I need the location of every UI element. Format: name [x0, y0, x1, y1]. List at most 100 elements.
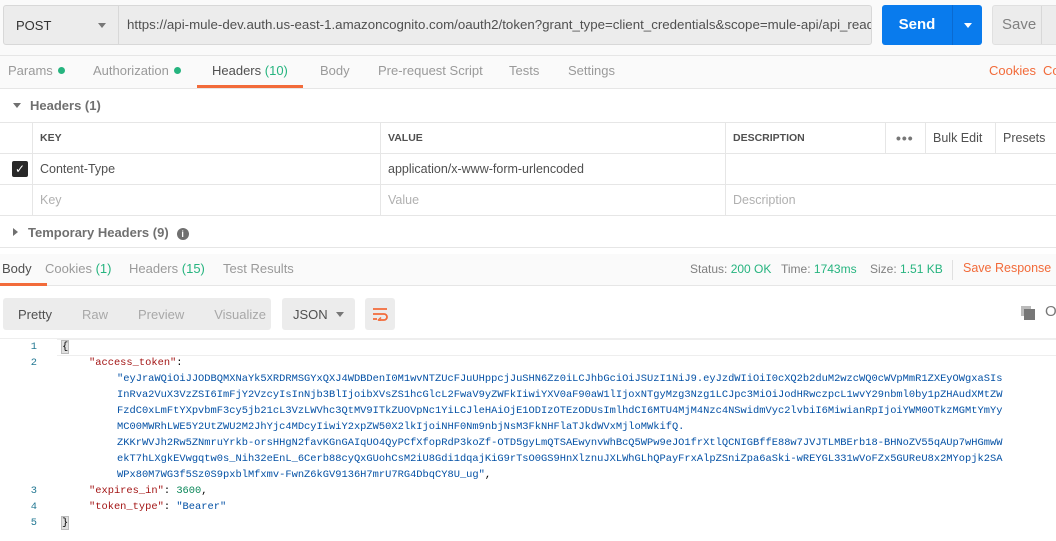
- send-dropdown[interactable]: [952, 5, 982, 45]
- token-line: WPx80M7WG3f5Sz0S9pxblMfxmv-FwnZ6kGV9136H…: [117, 469, 485, 481]
- json-key: "access_token": [89, 357, 177, 369]
- send-label: Send: [898, 16, 936, 33]
- tab-label: Tests: [509, 63, 540, 78]
- header-value[interactable]: application/x-www-form-urlencoded: [380, 154, 725, 184]
- save-label: Save: [1002, 16, 1037, 33]
- line-number: 1: [30, 341, 37, 353]
- line-number: 5: [30, 517, 37, 529]
- tab-label: Test Results: [223, 261, 294, 276]
- tab-count: (15): [181, 261, 205, 276]
- more-icon[interactable]: •••: [885, 123, 925, 153]
- method-select[interactable]: POST: [3, 5, 119, 45]
- line-number: 2: [30, 357, 37, 369]
- view-raw[interactable]: Raw: [67, 307, 123, 322]
- key-input[interactable]: Key: [32, 185, 380, 215]
- tab-label: Pre-request Script: [378, 63, 483, 78]
- header-key[interactable]: Content-Type: [32, 154, 380, 184]
- wrap-lines-button[interactable]: [365, 298, 395, 330]
- size-value: 1.51 KB: [900, 262, 943, 276]
- json-string: "Bearer": [176, 501, 227, 513]
- open-brace: {: [60, 340, 70, 354]
- tab-body[interactable]: Body: [320, 56, 350, 88]
- close-brace: }: [60, 516, 70, 530]
- view-mode-group: Pretty Raw Preview Visualize: [3, 298, 271, 330]
- search-icon[interactable]: O: [1045, 303, 1056, 320]
- url-input[interactable]: https://api-mule-dev.auth.us-east-1.amaz…: [118, 5, 872, 45]
- section-title: Headers (1): [30, 98, 101, 113]
- save-response-button[interactable]: Save Response: [963, 261, 1051, 275]
- view-pretty[interactable]: Pretty: [3, 307, 67, 322]
- row-checkbox[interactable]: ✓: [12, 161, 28, 177]
- wrap-icon: [373, 308, 388, 321]
- method-label: POST: [16, 17, 52, 33]
- presets-dropdown[interactable]: Presets: [995, 123, 1056, 153]
- tab-label: Cookies: [45, 261, 92, 276]
- headers-section-toggle[interactable]: Headers (1): [13, 98, 101, 113]
- view-visualize[interactable]: Visualize: [199, 307, 281, 322]
- tab-pre-request-script[interactable]: Pre-request Script: [378, 56, 483, 88]
- chevron-down-icon: [336, 311, 344, 317]
- tab-label: Params: [8, 63, 53, 78]
- status-value: 200 OK: [730, 262, 772, 276]
- info-icon[interactable]: i: [176, 228, 189, 240]
- status-dot: [173, 67, 181, 74]
- tab-params[interactable]: Params: [8, 56, 65, 88]
- response-tab-headers[interactable]: Headers (15): [129, 254, 205, 286]
- response-size: Size: 1.51 KB: [870, 262, 943, 276]
- response-time: Time: 1743ms: [781, 262, 857, 276]
- table-row-new: Key Value Description: [0, 185, 1056, 216]
- time-value: 1743ms: [813, 262, 857, 276]
- response-tab-test-results[interactable]: Test Results: [223, 254, 294, 286]
- tab-headers[interactable]: Headers (10): [197, 56, 303, 88]
- code-link[interactable]: Code: [1043, 56, 1056, 88]
- response-tab-body[interactable]: Body: [0, 254, 47, 286]
- token-line: FzdC0xLmFtYXpvbmF3cy5jb21cL3VzLWVhc3QtMV…: [117, 405, 1003, 417]
- col-value: VALUE: [380, 123, 725, 153]
- tab-label: Headers: [212, 63, 262, 78]
- tab-settings[interactable]: Settings: [568, 56, 615, 88]
- cookies-link[interactable]: Cookies: [989, 56, 1036, 88]
- headers-table: KEY VALUE DESCRIPTION ••• Bulk Edit Pres…: [0, 122, 1056, 216]
- line-number: 4: [30, 501, 37, 513]
- json-number: 3600: [176, 485, 202, 497]
- value-input[interactable]: Value: [380, 185, 725, 215]
- tab-label: Headers: [129, 261, 179, 276]
- format-select[interactable]: JSON: [282, 298, 355, 330]
- view-preview[interactable]: Preview: [123, 307, 199, 322]
- response-status: Status: 200 OK: [690, 262, 772, 276]
- token-line: MC00MWRhLWE5Y2UtZWU2M2JhYjc4MDcyIiwiY2xp…: [117, 421, 685, 433]
- tab-label: Authorization: [93, 63, 169, 78]
- tab-label: Body: [2, 261, 32, 276]
- token-line: ZKKrWVJh2Rw5ZNmruYrkb-orsHHgN2favKGnGAIq…: [117, 437, 1003, 449]
- request-tabs: Params Authorization Headers (10) Body P…: [0, 56, 1056, 89]
- tab-authorization[interactable]: Authorization: [93, 56, 181, 88]
- bulk-edit-link[interactable]: Bulk Edit: [925, 123, 992, 153]
- json-key: "token_type": [89, 501, 164, 513]
- header-description[interactable]: [725, 154, 1056, 184]
- tab-label: Settings: [568, 63, 615, 78]
- temporary-headers-toggle[interactable]: Temporary Headers (9) i: [13, 225, 189, 240]
- token-line: ekT7hLXgkEVwgqtw0s_Nih32eEnL_6Cerb88cyQx…: [117, 453, 1003, 465]
- tab-count: (10): [264, 63, 288, 78]
- json-key: "expires_in": [89, 485, 164, 497]
- send-button[interactable]: Send: [882, 5, 982, 45]
- tab-count: (1): [95, 261, 112, 276]
- table-header: KEY VALUE DESCRIPTION ••• Bulk Edit Pres…: [0, 123, 1056, 154]
- col-key: KEY: [32, 123, 380, 153]
- caret-right-icon: [13, 228, 18, 236]
- response-toolbar: Pretty Raw Preview Visualize JSON O: [0, 287, 1056, 339]
- tab-label: Body: [320, 63, 350, 78]
- tab-tests[interactable]: Tests: [509, 56, 539, 88]
- copy-icon[interactable]: [1021, 306, 1035, 323]
- col-description: DESCRIPTION: [725, 123, 885, 153]
- caret-down-icon: [13, 103, 21, 108]
- table-row: ✓ Content-Type application/x-www-form-ur…: [0, 154, 1056, 185]
- section-title: Temporary Headers (9): [28, 225, 169, 240]
- save-button[interactable]: Save: [992, 5, 1056, 45]
- chevron-down-icon: [963, 22, 972, 28]
- line-number: 3: [30, 485, 37, 497]
- description-input[interactable]: Description: [725, 185, 1056, 215]
- response-bar: Body Cookies (1) Headers (15) Test Resul…: [0, 254, 1056, 286]
- chevron-down-icon: [98, 22, 106, 28]
- response-tab-cookies[interactable]: Cookies (1): [45, 254, 111, 286]
